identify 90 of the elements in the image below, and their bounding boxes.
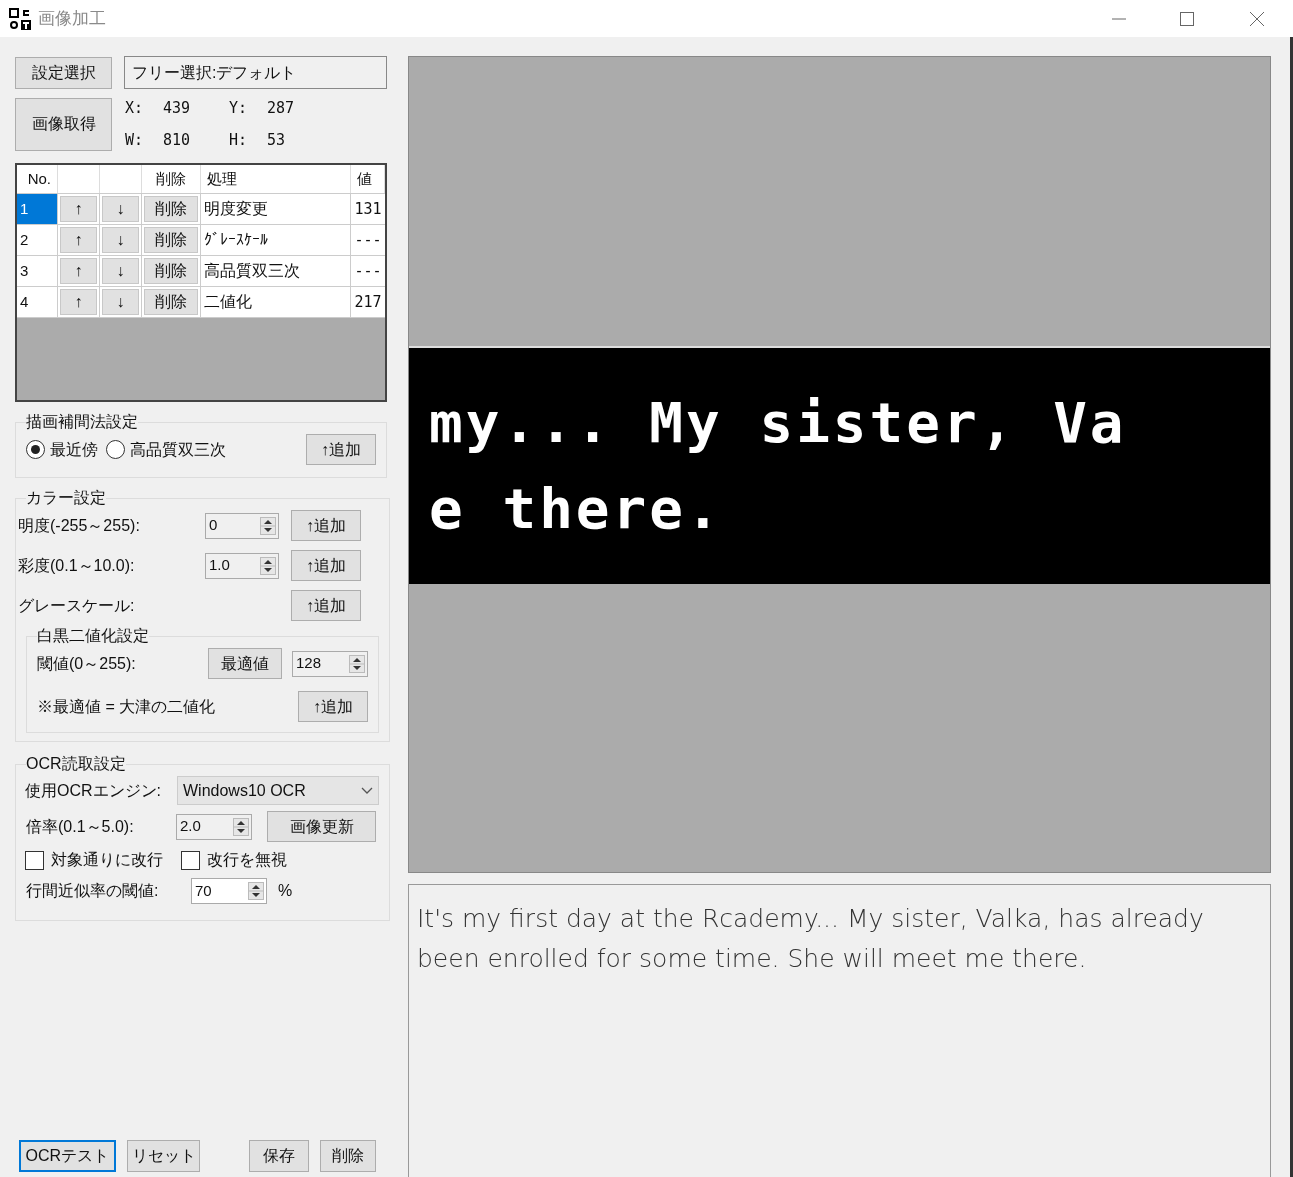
process-cell: 明度変更: [201, 194, 351, 224]
threshold-spin-field[interactable]: 128: [292, 650, 368, 677]
value-cell-text: 131: [353, 198, 383, 220]
preset-field[interactable]: フリー選択:デフォルト: [124, 56, 387, 89]
add-button[interactable]: ↑追加: [298, 691, 368, 722]
coord-label: Y:: [229, 98, 249, 119]
column-header: 値: [351, 165, 385, 193]
coord-value: 53: [266, 129, 287, 151]
bottom-action-button[interactable]: リセット: [126, 1140, 201, 1172]
column-header: 削除: [142, 165, 201, 193]
process-cell: 二値化: [201, 287, 351, 317]
app-logo-icon: [8, 6, 32, 31]
spin-arrows-icon[interactable]: [349, 654, 365, 673]
add-button[interactable]: ↑追加: [291, 590, 361, 621]
optimal-value-button[interactable]: 最適値: [208, 648, 282, 679]
column-header: No.: [17, 165, 58, 193]
row-number-cell[interactable]: 2: [17, 225, 58, 255]
delete-row-button[interactable]: 削除: [144, 196, 198, 222]
group-title: 白黒二値化設定: [37, 626, 149, 646]
line-threshold-spin-field[interactable]: 70: [191, 878, 267, 904]
coord-value: 810: [162, 129, 192, 151]
spin-arrows-icon[interactable]: [260, 516, 276, 535]
add-button[interactable]: ↑追加: [291, 510, 361, 541]
checkbox[interactable]: [181, 850, 200, 870]
process-cell: 高品質双三次: [201, 256, 351, 286]
move-down-button[interactable]: ↓: [102, 196, 139, 222]
spin-field[interactable]: 0: [205, 512, 279, 539]
value-cell-text: ---: [353, 260, 383, 282]
spin-arrows-icon[interactable]: [233, 817, 249, 836]
radio-button[interactable]: [106, 440, 125, 459]
unit-label: %: [278, 881, 293, 901]
preview-text-line: my... My sister, Va: [428, 388, 1128, 457]
add-button[interactable]: ↑追加: [306, 434, 376, 465]
delete-row-button[interactable]: 削除: [144, 289, 198, 315]
bottom-action-button[interactable]: 削除: [320, 1140, 376, 1172]
delete-row-button[interactable]: 削除: [144, 258, 198, 284]
move-up-button[interactable]: ↑: [60, 289, 97, 315]
spin-arrows-icon[interactable]: [248, 882, 264, 900]
move-down-button[interactable]: ↓: [102, 289, 139, 315]
setting-label: 明度(-255～255):: [18, 515, 141, 536]
row-number-cell[interactable]: 3: [17, 256, 58, 286]
radio-option[interactable]: 最近傍: [26, 437, 98, 462]
ocr-engine-dropdown[interactable]: Windows10 OCR: [177, 776, 379, 805]
setting-label: 閾値(0～255):: [37, 653, 137, 674]
checkbox-option[interactable]: 対象通りに改行: [25, 848, 163, 872]
checkbox[interactable]: [25, 850, 44, 870]
delete-row-button[interactable]: 削除: [144, 227, 198, 253]
group-title: 描画補間法設定: [26, 412, 138, 432]
coord-label: X:: [125, 98, 145, 119]
setting-label: 行間近似率の閾値:: [26, 881, 160, 901]
radio-option[interactable]: 高品質双三次: [106, 437, 226, 462]
settings-select-button[interactable]: 設定選択: [15, 56, 112, 89]
move-up-button[interactable]: ↑: [60, 227, 97, 253]
coord-value: 439: [162, 98, 192, 119]
radio-button[interactable]: [26, 440, 45, 459]
ocr-output-text[interactable]: It's my first day at the Rcademy... My sister, Valka, has already been enrolled for some time. She will meet me there.: [408, 884, 1271, 1177]
note-text: ※最適値 = 大津の二値化: [37, 696, 216, 717]
spin-field[interactable]: 1.0: [205, 552, 279, 579]
move-up-button[interactable]: ↑: [60, 196, 97, 222]
setting-label: 彩度(0.1～10.0):: [18, 555, 136, 576]
refresh-image-button[interactable]: 画像更新: [267, 811, 376, 842]
maximize-icon[interactable]: [1179, 10, 1195, 27]
group-title: カラー設定: [26, 488, 106, 508]
move-down-button[interactable]: ↓: [102, 227, 139, 253]
value-cell-text: ---: [353, 229, 383, 251]
checkbox-option[interactable]: 改行を無視: [181, 848, 287, 872]
scale-spin-field[interactable]: 2.0: [176, 813, 252, 840]
group-title: OCR読取設定: [26, 754, 126, 774]
coord-value: 287: [266, 98, 296, 119]
move-up-button[interactable]: ↑: [60, 258, 97, 284]
row-number-cell[interactable]: 4: [17, 287, 58, 317]
setting-label: 使用OCRエンジン:: [25, 780, 162, 801]
coord-label: W:: [125, 129, 145, 151]
value-cell-text: 217: [353, 291, 383, 313]
coord-label: H:: [229, 129, 249, 151]
close-icon[interactable]: [1249, 10, 1265, 27]
process-cell: ｸﾞﾚｰｽｹｰﾙ: [201, 225, 351, 255]
preview-text-line: e there.: [428, 474, 724, 543]
spin-arrows-icon[interactable]: [260, 556, 276, 575]
chevron-down-icon: [361, 786, 373, 795]
setting-label: グレースケール:: [18, 595, 136, 616]
bottom-action-button[interactable]: OCRテスト: [19, 1140, 116, 1172]
row-number-cell[interactable]: 1: [17, 194, 58, 224]
column-header: 処理: [201, 165, 351, 193]
capture-image-button[interactable]: 画像取得: [15, 97, 112, 151]
move-down-button[interactable]: ↓: [102, 258, 139, 284]
bottom-action-button[interactable]: 保存: [249, 1140, 310, 1172]
setting-label: 倍率(0.1～5.0):: [26, 816, 135, 837]
add-button[interactable]: ↑追加: [291, 550, 361, 581]
window-title: 画像加工: [38, 7, 106, 30]
